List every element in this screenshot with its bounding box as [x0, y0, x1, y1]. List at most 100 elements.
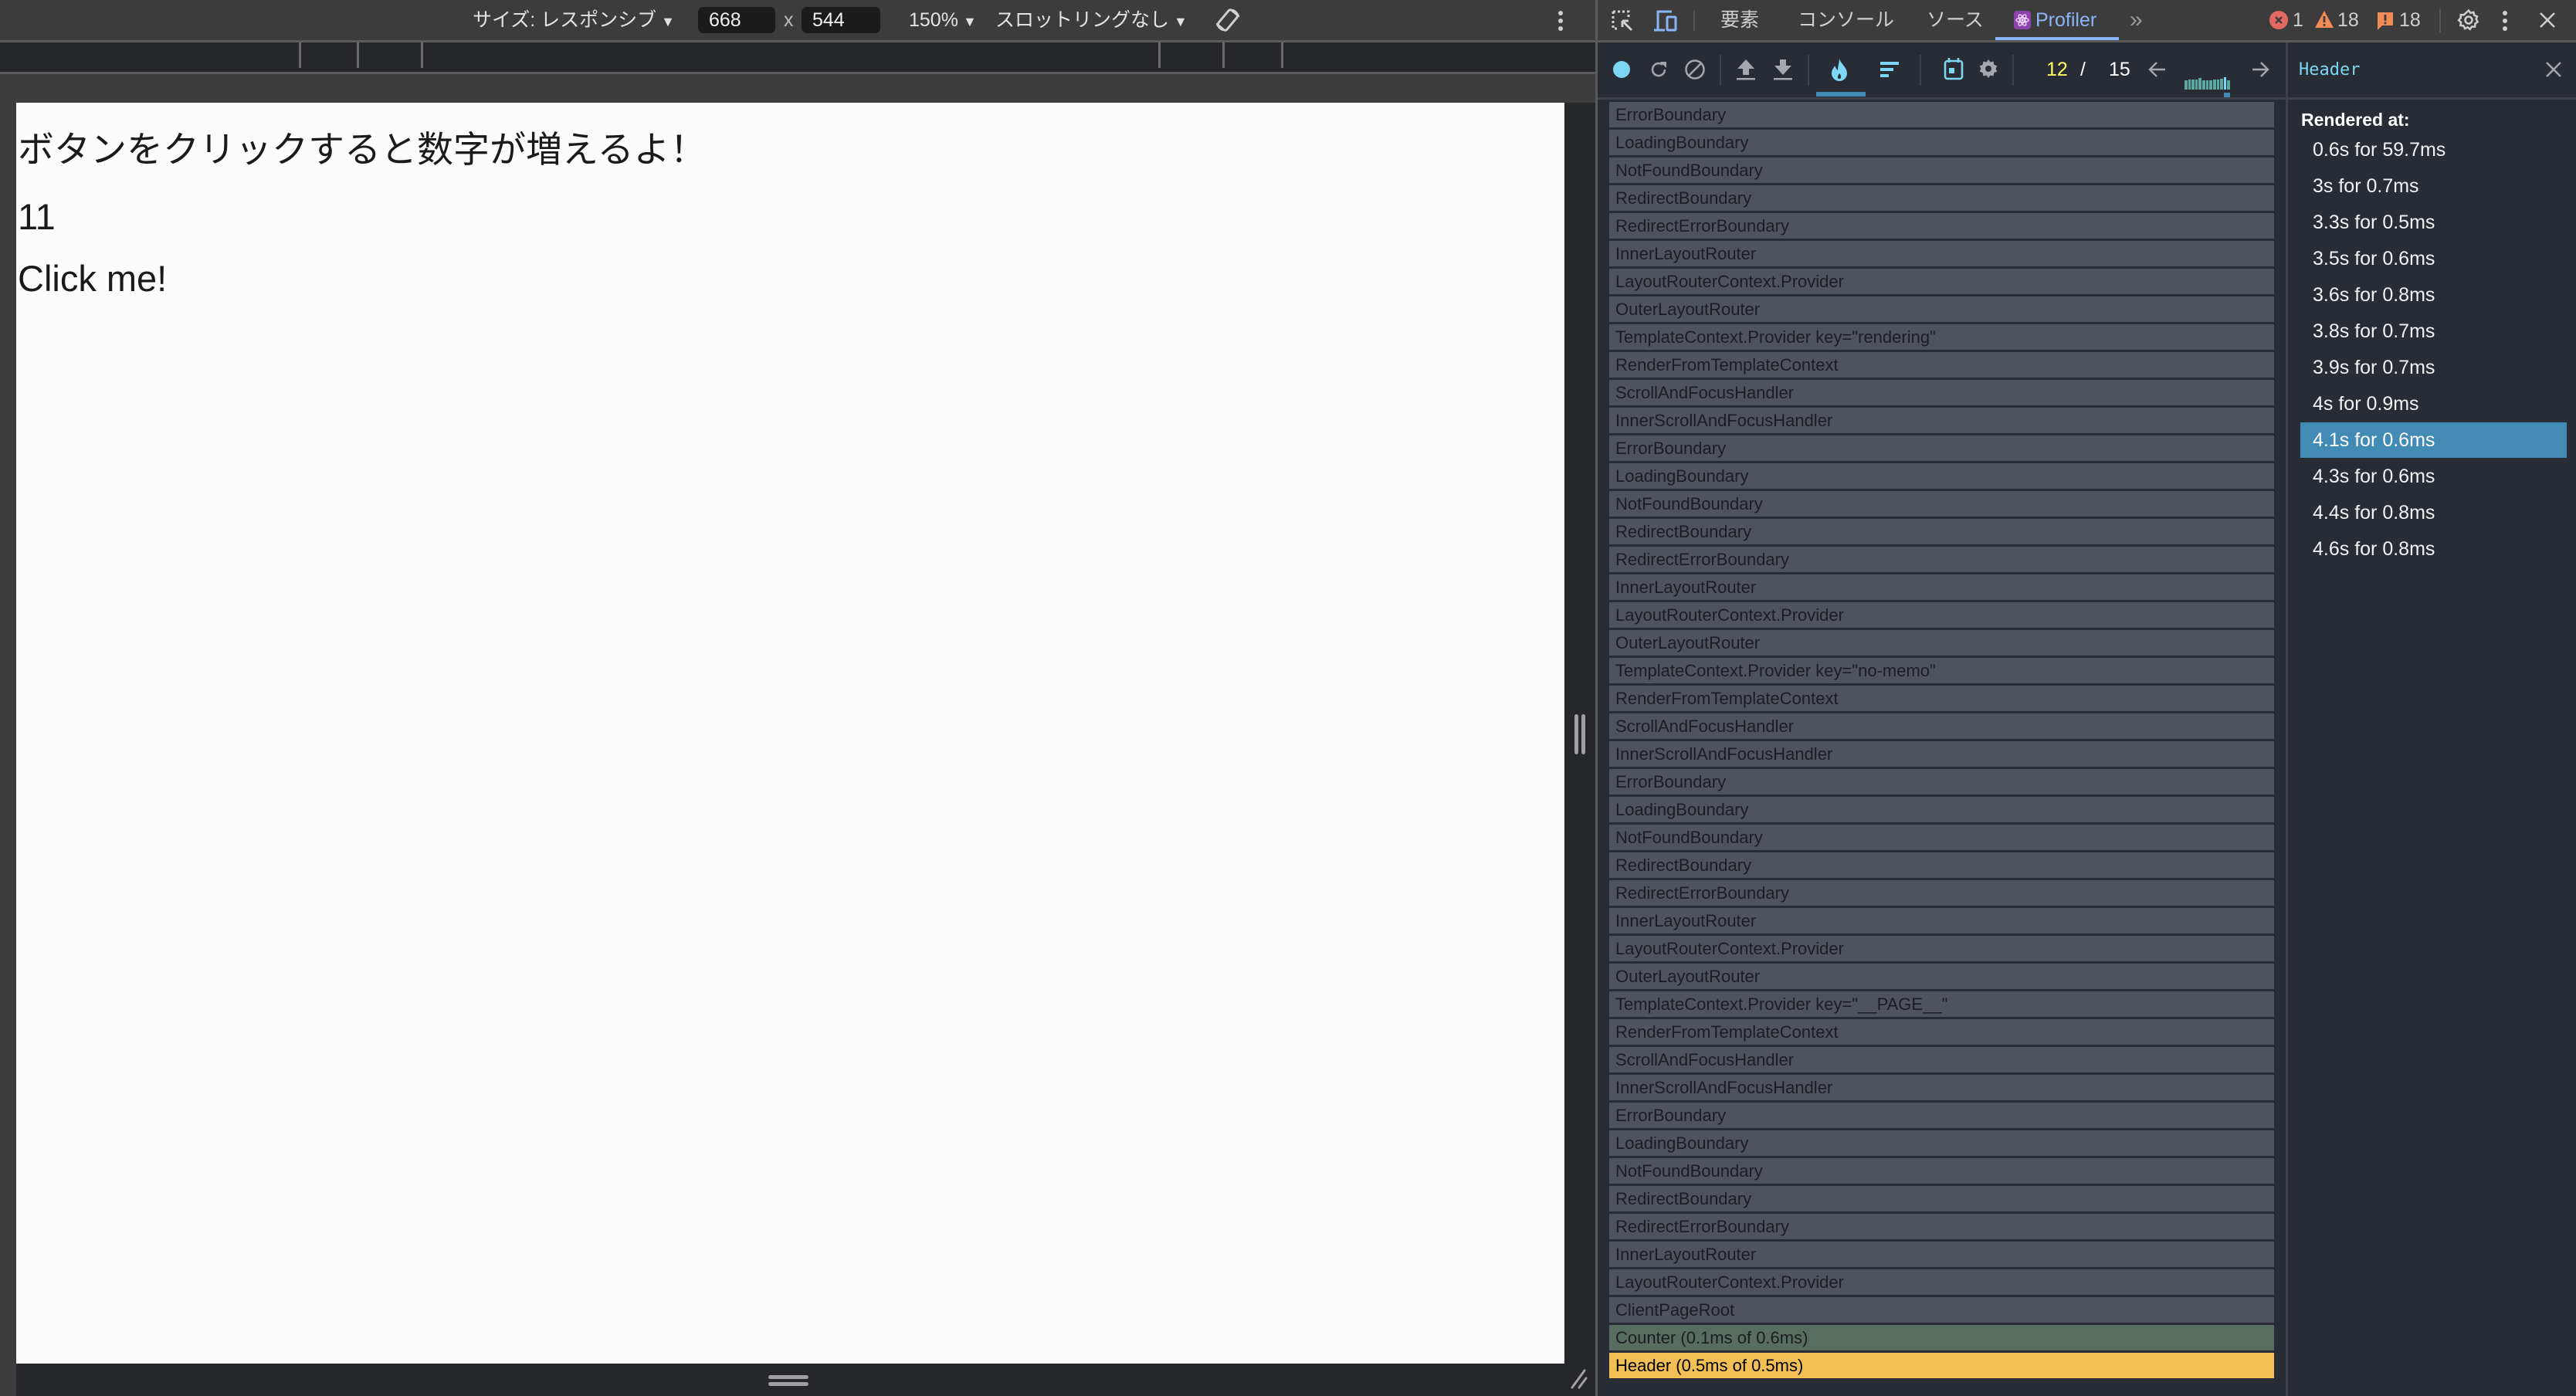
flame-row[interactable]: LoadingBoundary — [1609, 130, 2274, 155]
flame-row[interactable]: RedirectErrorBoundary — [1609, 547, 2274, 572]
commit-bar[interactable] — [2227, 80, 2230, 90]
rendered-at-item[interactable]: 4.6s for 0.8ms — [2300, 531, 2567, 567]
rendered-at-item[interactable]: 0.6s for 59.7ms — [2300, 132, 2567, 168]
flame-row[interactable]: InnerScrollAndFocusHandler — [1609, 408, 2274, 433]
rendered-at-item[interactable]: 4.1s for 0.6ms — [2300, 422, 2567, 458]
ranked-view-icon[interactable] — [1880, 62, 1900, 79]
close-devtools-icon[interactable] — [2538, 11, 2557, 29]
flame-row[interactable]: RenderFromTemplateContext — [1609, 352, 2274, 378]
flame-row[interactable]: ScrollAndFocusHandler — [1609, 1047, 2274, 1072]
flame-row[interactable]: TemplateContext.Provider key="__PAGE__" — [1609, 991, 2274, 1017]
rendered-at-item[interactable]: 4.4s for 0.8ms — [2300, 495, 2567, 530]
flame-row[interactable]: ErrorBoundary — [1609, 102, 2274, 127]
flame-row[interactable]: RedirectBoundary — [1609, 852, 2274, 878]
flame-row[interactable]: Counter (0.1ms of 0.6ms) — [1609, 1325, 2274, 1350]
issues-icon[interactable] — [2376, 11, 2395, 31]
reload-and-profile-icon[interactable] — [1649, 59, 1669, 80]
rendered-at-item[interactable]: 3.9s for 0.7ms — [2300, 350, 2567, 385]
warning-icon[interactable] — [2314, 10, 2334, 29]
clear-profile-icon[interactable] — [1684, 59, 1706, 80]
flame-row[interactable]: LayoutRouterContext.Provider — [1609, 1269, 2274, 1295]
flame-row[interactable]: LoadingBoundary — [1609, 1130, 2274, 1156]
devtools-more-icon[interactable] — [2501, 9, 2509, 32]
previous-commit-icon[interactable] — [2147, 59, 2168, 80]
timeline-view-icon[interactable] — [1944, 57, 1964, 80]
flame-row[interactable]: OuterLayoutRouter — [1609, 964, 2274, 989]
tab-sources[interactable]: ソース — [1927, 0, 1984, 40]
flame-row[interactable]: OuterLayoutRouter — [1609, 296, 2274, 322]
rendered-at-item[interactable]: 4.3s for 0.6ms — [2300, 459, 2567, 494]
click-me-button[interactable]: Click me! — [18, 257, 167, 300]
viewport-height-input[interactable] — [802, 7, 880, 33]
flame-row[interactable]: NotFoundBoundary — [1609, 825, 2274, 850]
commit-bar[interactable] — [2198, 78, 2202, 90]
flame-row[interactable]: RenderFromTemplateContext — [1609, 1019, 2274, 1045]
flame-row[interactable]: NotFoundBoundary — [1609, 1158, 2274, 1184]
flame-row[interactable]: OuterLayoutRouter — [1609, 630, 2274, 656]
throttling-dropdown[interactable]: スロットリングなし ▼ — [995, 0, 1188, 40]
commit-bar[interactable] — [2195, 80, 2198, 90]
device-toolbar-more-icon[interactable] — [1557, 9, 1564, 32]
settings-gear-icon[interactable] — [2457, 8, 2480, 32]
flame-row[interactable]: ScrollAndFocusHandler — [1609, 713, 2274, 739]
flame-row[interactable]: LoadingBoundary — [1609, 797, 2274, 822]
flame-row[interactable]: RenderFromTemplateContext — [1609, 686, 2274, 711]
flame-row[interactable]: ErrorBoundary — [1609, 769, 2274, 795]
commit-bar[interactable] — [2205, 80, 2209, 90]
flame-row[interactable]: LoadingBoundary — [1609, 463, 2274, 489]
rendered-at-item[interactable]: 3.5s for 0.6ms — [2300, 241, 2567, 276]
commit-bar[interactable] — [2216, 80, 2220, 90]
flame-chart[interactable]: ErrorBoundary LoadingBoundary NotFoundBoun… — [1598, 100, 2286, 1396]
close-sidebar-icon[interactable] — [2545, 61, 2562, 78]
commit-bar[interactable] — [2191, 80, 2195, 90]
flame-row[interactable]: RedirectErrorBoundary — [1609, 213, 2274, 239]
commit-bar[interactable] — [2209, 80, 2212, 90]
flame-row[interactable]: RedirectErrorBoundary — [1609, 1214, 2274, 1239]
flame-row[interactable]: TemplateContext.Provider key="no-memo" — [1609, 658, 2274, 683]
flame-row[interactable]: ErrorBoundary — [1609, 435, 2274, 461]
flame-row[interactable]: TemplateContext.Provider key="rendering" — [1609, 324, 2274, 350]
commit-bar[interactable] — [2185, 80, 2188, 90]
flame-row[interactable]: RedirectBoundary — [1609, 519, 2274, 544]
tab-elements[interactable]: 要素 — [1720, 0, 1759, 40]
flame-row[interactable]: InnerLayoutRouter — [1609, 908, 2274, 933]
flame-row[interactable]: Header (0.5ms of 0.5ms) — [1609, 1353, 2274, 1378]
zoom-dropdown[interactable]: 150% ▼ — [909, 0, 977, 40]
viewport-width-input[interactable] — [698, 7, 775, 33]
record-button[interactable] — [1613, 61, 1630, 78]
flame-row[interactable]: LayoutRouterContext.Provider — [1609, 936, 2274, 961]
flame-row[interactable]: ErrorBoundary — [1609, 1103, 2274, 1128]
commit-bar[interactable] — [2212, 80, 2216, 90]
rendered-at-item[interactable]: 3s for 0.7ms — [2300, 168, 2567, 204]
flame-row[interactable]: RedirectBoundary — [1609, 1186, 2274, 1211]
next-commit-icon[interactable] — [2250, 59, 2270, 80]
flame-row[interactable]: InnerLayoutRouter — [1609, 241, 2274, 266]
more-tabs-icon[interactable]: » — [2130, 0, 2143, 40]
flame-row[interactable]: RedirectBoundary — [1609, 185, 2274, 211]
commit-selector[interactable] — [2185, 77, 2231, 90]
commit-bar[interactable] — [2223, 77, 2227, 90]
flame-row[interactable]: LayoutRouterContext.Provider — [1609, 602, 2274, 628]
save-profile-icon[interactable] — [1773, 58, 1793, 81]
tab-console[interactable]: コンソール — [1798, 0, 1894, 40]
flamegraph-view-icon[interactable] — [1830, 58, 1849, 81]
flame-row[interactable]: InnerScrollAndFocusHandler — [1609, 741, 2274, 767]
flame-row[interactable]: LayoutRouterContext.Provider — [1609, 269, 2274, 294]
commit-bar[interactable] — [2188, 80, 2191, 90]
rotate-icon[interactable] — [1214, 6, 1242, 34]
viewport-resize-corner-icon[interactable] — [1568, 1367, 1589, 1390]
flame-row[interactable]: RedirectErrorBoundary — [1609, 880, 2274, 906]
viewport-resize-handle-bottom[interactable] — [768, 1375, 808, 1386]
inspect-element-icon[interactable] — [1611, 9, 1634, 32]
rendered-at-item[interactable]: 4s for 0.9ms — [2300, 386, 2567, 422]
commit-bar[interactable] — [2202, 80, 2205, 90]
media-query-ruler[interactable] — [0, 42, 1595, 74]
flame-row[interactable]: InnerLayoutRouter — [1609, 1242, 2274, 1267]
rendered-at-item[interactable]: 3.3s for 0.5ms — [2300, 205, 2567, 240]
rendered-at-item[interactable]: 3.8s for 0.7ms — [2300, 313, 2567, 349]
flame-row[interactable]: InnerLayoutRouter — [1609, 574, 2274, 600]
device-size-dropdown[interactable]: サイズ: レスポンシブ ▼ — [473, 0, 675, 40]
flame-row[interactable]: InnerScrollAndFocusHandler — [1609, 1075, 2274, 1100]
flame-row[interactable]: NotFoundBoundary — [1609, 491, 2274, 517]
load-profile-icon[interactable] — [1736, 58, 1756, 81]
